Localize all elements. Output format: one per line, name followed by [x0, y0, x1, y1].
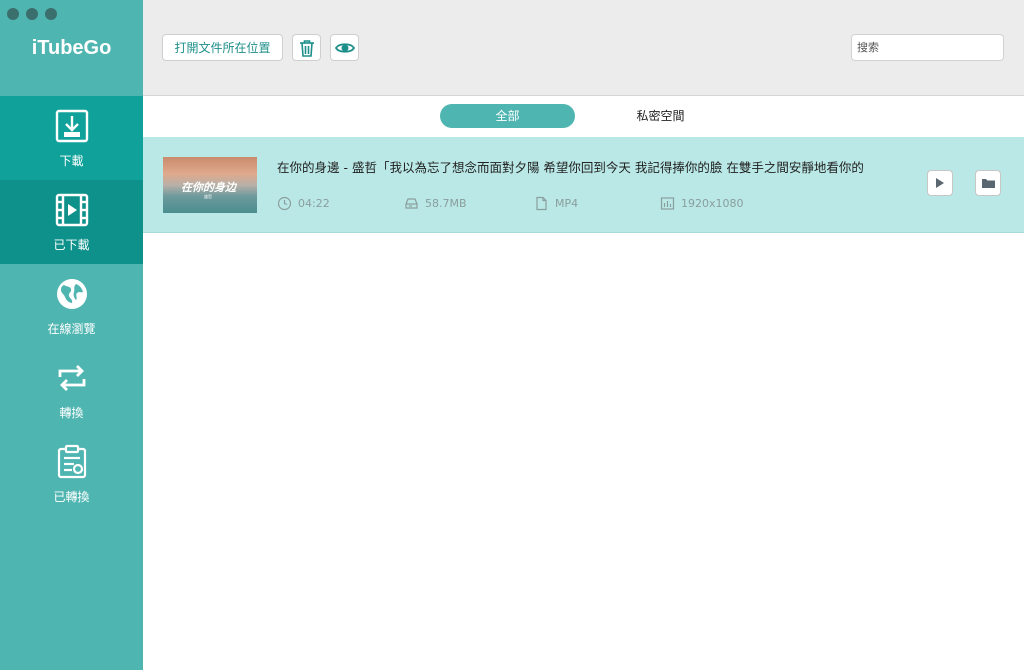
sidebar: iTubeGo 下載 已下載 在線瀏覽 轉換 已轉換	[0, 0, 143, 670]
sidebar-item-label: 轉換	[59, 405, 84, 420]
size-info: 58.7MB	[404, 196, 467, 211]
play-icon	[936, 178, 944, 188]
close-window-button[interactable]	[7, 8, 19, 20]
sidebar-item-online-browse[interactable]: 在線瀏覽	[0, 264, 143, 348]
list-item[interactable]: 在你的身边 盛哲 在你的身邊 - 盛哲「我以為忘了想念而面對夕陽 希望你回到今天…	[143, 137, 1024, 233]
zoom-window-button[interactable]	[45, 8, 57, 20]
sidebar-nav: 下載 已下載 在線瀏覽 轉換 已轉換	[0, 96, 143, 516]
tab-private-space[interactable]: 私密空間	[593, 104, 728, 128]
folder-icon	[981, 179, 995, 188]
open-file-location-button[interactable]: 打開文件所在位置	[162, 34, 283, 61]
resolution-icon	[660, 197, 675, 210]
convert-icon	[58, 364, 85, 391]
delete-button[interactable]	[292, 34, 321, 61]
size-value: 58.7MB	[425, 197, 467, 210]
file-icon	[536, 196, 547, 211]
play-button[interactable]	[927, 170, 953, 196]
app-logo: iTubeGo	[31, 37, 112, 59]
disk-icon	[405, 198, 418, 209]
sidebar-item-label: 已轉換	[53, 489, 90, 504]
sidebar-item-label: 在線瀏覽	[47, 321, 96, 336]
converted-list-icon	[57, 444, 86, 478]
app-window: iTubeGo 下載 已下載 在線瀏覽 轉換 已轉換 打開文件所在位置 搜索 全…	[0, 0, 1024, 670]
eye-icon	[334, 42, 355, 53]
tab-all[interactable]: 全部	[440, 104, 575, 128]
download-icon	[55, 109, 88, 142]
search-input[interactable]	[851, 34, 1004, 61]
video-thumbnail: 在你的身边 盛哲	[163, 157, 257, 213]
thumbnail-subtitle: 盛哲	[204, 194, 212, 199]
film-icon	[55, 193, 88, 226]
toolbar: 打開文件所在位置	[143, 0, 1024, 96]
format-value: MP4	[555, 197, 579, 210]
trash-icon	[299, 39, 314, 57]
resolution-info: 1920x1080	[660, 196, 744, 211]
resolution-value: 1920x1080	[681, 197, 744, 210]
sidebar-item-label: 已下載	[53, 237, 90, 252]
window-controls	[7, 8, 57, 20]
duration-value: 04:22	[298, 197, 330, 210]
globe-icon	[56, 278, 87, 309]
sidebar-item-download[interactable]: 下載	[0, 96, 143, 180]
sidebar-item-converted[interactable]: 已轉換	[0, 432, 143, 516]
clock-icon	[277, 196, 292, 211]
video-title: 在你的身邊 - 盛哲「我以為忘了想念而面對夕陽 希望你回到今天 我記得捧你的臉 …	[277, 160, 864, 175]
preview-button[interactable]	[330, 34, 359, 61]
sidebar-item-downloaded[interactable]: 已下載	[0, 180, 143, 264]
thumbnail-title: 在你的身边	[181, 181, 236, 194]
sidebar-item-convert[interactable]: 轉換	[0, 348, 143, 432]
format-info: MP4	[534, 196, 578, 211]
duration-info: 04:22	[277, 196, 330, 211]
tab-bar: 全部 私密空間	[143, 97, 1024, 135]
minimize-window-button[interactable]	[26, 8, 38, 20]
open-folder-button[interactable]	[975, 170, 1001, 196]
sidebar-item-label: 下載	[59, 153, 84, 168]
